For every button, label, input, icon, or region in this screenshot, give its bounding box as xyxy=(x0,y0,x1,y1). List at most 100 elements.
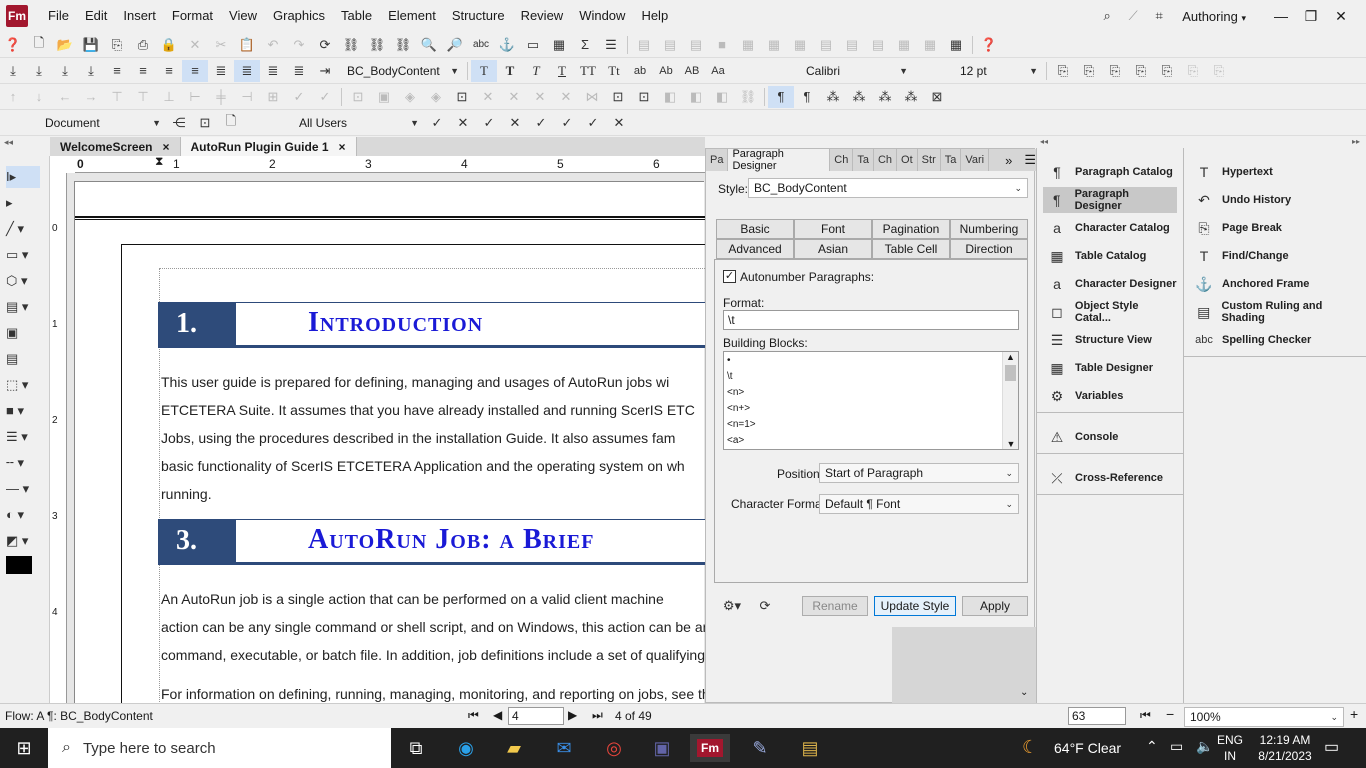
obj-op1-icon[interactable]: ⊤ xyxy=(104,86,130,108)
resize3-icon[interactable]: ◧ xyxy=(657,86,683,108)
paste-icon[interactable]: 📋 xyxy=(234,34,260,56)
menu-structure[interactable]: Structure xyxy=(444,0,513,32)
left-arrow-icon[interactable]: ← xyxy=(52,86,78,108)
obj-op3-icon[interactable]: ⊥ xyxy=(156,86,182,108)
prev-page-icon[interactable]: ◀ xyxy=(493,708,502,722)
line-end-icon[interactable]: — ▾ xyxy=(6,478,40,500)
view-select[interactable]: Document ▼ xyxy=(40,113,166,133)
menu-insert[interactable]: Insert xyxy=(115,0,164,32)
panel-console[interactable]: ⚠ Console xyxy=(1043,424,1177,450)
spell-icon[interactable]: abc xyxy=(468,34,494,56)
panel-paragraph-catalog[interactable]: ¶ Paragraph Catalog xyxy=(1043,159,1177,185)
app-icon[interactable]: ▤ xyxy=(790,734,830,762)
uppercase-icon[interactable]: AB xyxy=(679,60,705,82)
obj-op7-icon[interactable]: ⊞ xyxy=(260,86,286,108)
panel-undo-history[interactable]: ↶ Undo History xyxy=(1190,187,1365,213)
scroll-thumb[interactable] xyxy=(1005,365,1016,381)
subtab-asian[interactable]: Asian xyxy=(794,239,872,259)
resize5-icon[interactable]: ◧ xyxy=(709,86,735,108)
accept-all-icon[interactable]: ✓ xyxy=(476,112,502,134)
track-op1-icon[interactable]: ⋲ xyxy=(166,112,192,134)
panel-character-catalog[interactable]: a Character Catalog xyxy=(1043,215,1177,241)
flip3-icon[interactable]: ✕ xyxy=(527,86,553,108)
zoom-in-icon[interactable]: 🔍 xyxy=(416,34,442,56)
scroll-down-icon[interactable]: ▼ xyxy=(1003,439,1019,449)
panel-character-designer[interactable]: a Character Designer xyxy=(1043,271,1177,297)
cut-icon[interactable]: ✂ xyxy=(208,34,234,56)
table-op1-icon[interactable]: ▤ xyxy=(631,34,657,56)
line-tool-icon[interactable]: ╱ ▾ xyxy=(6,218,40,240)
select-text-tool-icon[interactable]: I▸ xyxy=(6,166,40,188)
obj-op6-icon[interactable]: ⊣ xyxy=(234,86,260,108)
stack2-icon[interactable]: ◈ xyxy=(423,86,449,108)
more-tabs-icon[interactable]: » xyxy=(1005,153,1012,168)
flip5-icon[interactable]: ⋈ xyxy=(579,86,605,108)
resize1-icon[interactable]: ⊡ xyxy=(605,86,631,108)
panel-cross-reference[interactable]: ⤫ Cross-Reference xyxy=(1043,465,1177,491)
table-op6-icon[interactable]: ▦ xyxy=(761,34,787,56)
panel-table-catalog[interactable]: ▦ Table Catalog xyxy=(1043,243,1177,269)
refresh-icon[interactable]: ⟳ xyxy=(752,595,778,617)
table-icon[interactable]: ▦ xyxy=(546,34,572,56)
chrome-icon[interactable]: ◎ xyxy=(594,734,634,762)
lock-icon[interactable]: 🔒 xyxy=(156,34,182,56)
menu-window[interactable]: Window xyxy=(571,0,633,32)
anchor-icon[interactable]: ⚓ xyxy=(494,34,520,56)
spacing4-icon[interactable]: ≣ xyxy=(286,60,312,82)
hatch-tool-icon[interactable]: ▤ xyxy=(6,348,40,370)
table-op5-icon[interactable]: ▦ xyxy=(735,34,761,56)
style-select[interactable]: BC_BodyContent ⌄ xyxy=(748,178,1028,198)
align-right-icon[interactable]: ≡ xyxy=(156,60,182,82)
stack1-icon[interactable]: ◈ xyxy=(397,86,423,108)
menu-help[interactable]: Help xyxy=(633,0,676,32)
tab-str[interactable]: Str xyxy=(918,149,941,171)
obj-op5-icon[interactable]: ╪ xyxy=(208,86,234,108)
format-input[interactable]: \t xyxy=(723,310,1019,330)
reject-icon[interactable]: ✕ xyxy=(450,112,476,134)
overprint-icon[interactable]: ◩ ▾ xyxy=(6,530,40,552)
dotted-select-tool-icon[interactable]: ⬚ ▾ xyxy=(6,374,40,396)
track-op2-icon[interactable]: ⊡ xyxy=(192,112,218,134)
notifications-icon[interactable]: ▭ xyxy=(1324,737,1339,757)
reject-doc-icon[interactable]: ✕ xyxy=(606,112,632,134)
close-tab-icon[interactable]: × xyxy=(163,140,170,154)
scrollbar[interactable]: ▲ ▼ xyxy=(1002,352,1018,449)
pilcrow7-icon[interactable]: ⊠ xyxy=(924,86,950,108)
paragraph-info[interactable]: For information on defining, running, ma… xyxy=(161,680,705,703)
panel-table-designer[interactable]: ▦ Table Designer xyxy=(1043,355,1177,381)
list-item[interactable]: <n=1> xyxy=(727,419,1015,435)
list-item[interactable]: <n> xyxy=(727,387,1015,403)
tab-ch2[interactable]: Ch xyxy=(874,149,898,171)
resize2-icon[interactable]: ⊡ xyxy=(631,86,657,108)
pilcrow5-icon[interactable]: ⁂ xyxy=(872,86,898,108)
close-tab-icon[interactable]: × xyxy=(339,140,346,154)
up-arrow-icon[interactable]: ↑ xyxy=(0,86,26,108)
align-bottom-icon[interactable]: ⤓ xyxy=(52,60,78,82)
indent-marker-icon[interactable]: ⧗ xyxy=(155,156,163,169)
redo-icon[interactable]: ↷ xyxy=(286,34,312,56)
save-icon[interactable]: 💾 xyxy=(78,34,104,56)
panel-custom-ruling[interactable]: ▤ Custom Ruling and Shading xyxy=(1190,299,1365,325)
down-arrow-icon[interactable]: ↓ xyxy=(26,86,52,108)
save-as-icon[interactable]: ⎘ xyxy=(104,34,130,56)
autonumber-checkbox[interactable]: ✓ xyxy=(723,270,736,283)
panel-page-break[interactable]: ⎘ Page Break xyxy=(1190,215,1365,241)
smallcaps-icon[interactable]: Aa xyxy=(705,60,731,82)
subtab-table-cell[interactable]: Table Cell xyxy=(872,239,950,259)
style-op2-icon[interactable]: ⎘ xyxy=(1076,60,1102,82)
ungroup-icon[interactable]: ▣ xyxy=(371,86,397,108)
task-view-icon[interactable]: ⧉ xyxy=(396,734,436,762)
table-op9-icon[interactable]: ▤ xyxy=(839,34,865,56)
style-op3-icon[interactable]: ⎘ xyxy=(1102,60,1128,82)
scroll-down-icon[interactable]: ⌄ xyxy=(1020,687,1028,698)
accept-icon[interactable]: ✓ xyxy=(424,112,450,134)
frame-icon[interactable]: ⌗ xyxy=(1146,5,1172,27)
select-object-tool-icon[interactable]: ▸ xyxy=(6,192,40,214)
menu-view[interactable]: View xyxy=(221,0,265,32)
panel-hypertext[interactable]: T Hypertext xyxy=(1190,159,1365,185)
flip4-icon[interactable]: ✕ xyxy=(553,86,579,108)
text-subscript-icon[interactable]: Tt xyxy=(601,60,627,82)
mail-icon[interactable]: ✉ xyxy=(544,734,584,762)
subtab-direction[interactable]: Direction xyxy=(950,239,1028,259)
align-left-icon[interactable]: ≡ xyxy=(104,60,130,82)
